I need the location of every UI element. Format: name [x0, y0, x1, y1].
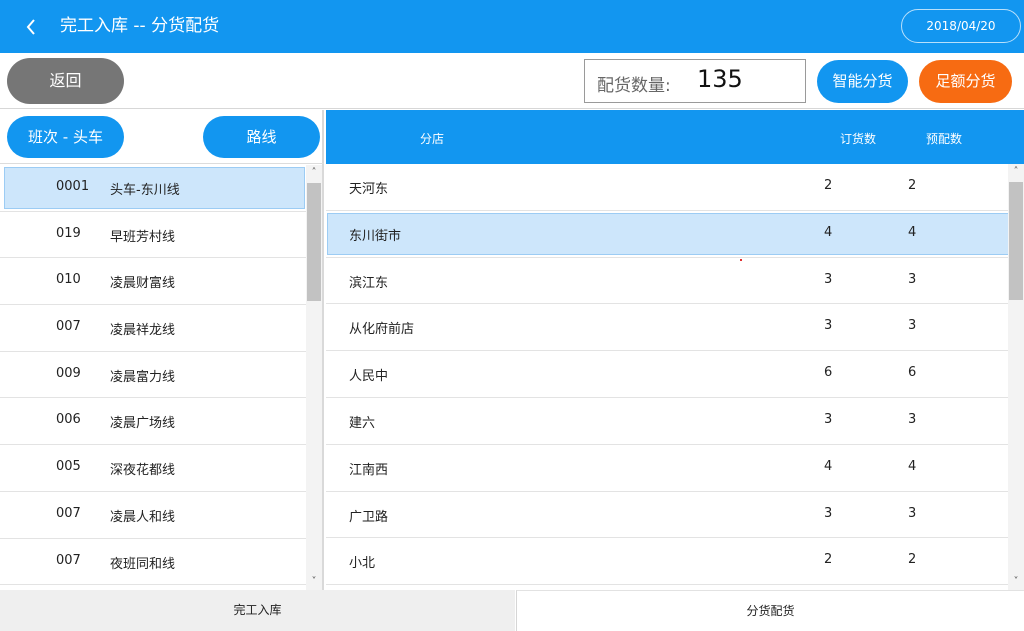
order-qty: 4	[824, 458, 833, 474]
title-bar: 完工入库 -- 分货配货 2018/04/20	[0, 0, 1024, 53]
return-button[interactable]: 返回	[7, 58, 124, 104]
route-row[interactable]: 007 凌晨人和线	[0, 492, 306, 539]
table-row[interactable]: 人民中 6 6	[326, 351, 1008, 398]
chevron-down-icon[interactable]: ˅	[306, 574, 322, 590]
chevron-up-icon[interactable]: ˄	[306, 165, 322, 181]
route-row[interactable]: 007 夜班同和线	[0, 539, 306, 586]
order-qty: 3	[824, 505, 833, 521]
table-row[interactable]: 广卫路 3 3	[326, 492, 1008, 539]
table-row[interactable]: 从化府前店 3 3	[326, 304, 1008, 352]
store-panel: 分店 订货数 预配数 天河东 2 2 东川街市 4 4 滨江东 3 3 从化府前…	[326, 110, 1024, 590]
order-qty: 2	[824, 552, 833, 568]
route-row[interactable]: 0001 头车-东川线	[0, 165, 306, 212]
store-table: 天河东 2 2 东川街市 4 4 滨江东 3 3 从化府前店 3 3 人民中 6…	[326, 164, 1008, 590]
route-list-scrollbar[interactable]: ˄ ˅	[306, 165, 322, 590]
page-title: 完工入库 -- 分货配货	[60, 16, 220, 36]
route-filter-button[interactable]: 路线	[203, 116, 320, 158]
route-name: 凌晨富力线	[110, 369, 176, 385]
route-name: 头车-东川线	[110, 183, 180, 198]
column-header-pre-allocated: 预配数	[926, 132, 963, 146]
toolbar: 返回 配货数量: 135 智能分货 足额分货	[0, 53, 1024, 109]
route-name: 凌晨广场线	[110, 416, 176, 432]
route-row[interactable]: 010 凌晨财富线	[0, 258, 306, 306]
route-row[interactable]: 019 早班芳村线	[0, 212, 306, 259]
store-table-scroll-thumb[interactable]	[1009, 182, 1023, 300]
back-chevron-icon[interactable]	[20, 14, 42, 40]
store-name: 广卫路	[349, 509, 389, 525]
route-name: 凌晨祥龙线	[110, 323, 176, 339]
pre-allocated-qty: 4	[908, 224, 917, 240]
route-name: 早班芳村线	[110, 229, 176, 245]
table-row[interactable]: 东川街市 4 4	[326, 211, 1008, 258]
bottom-tab-bar: 完工入库 分货配货	[0, 590, 1024, 631]
pre-allocated-qty: 6	[908, 365, 917, 381]
column-header-order-qty: 订货数	[840, 132, 877, 146]
store-name: 东川街市	[349, 228, 402, 244]
order-qty: 6	[824, 365, 833, 381]
pre-allocated-qty: 4	[908, 458, 917, 474]
route-code: 006	[56, 412, 81, 428]
tab-distribution[interactable]: 分货配货	[516, 590, 1024, 631]
route-name: 深夜花都线	[110, 463, 176, 479]
table-row[interactable]: 建六 3 3	[326, 398, 1008, 445]
chevron-down-icon[interactable]: ˅	[1008, 574, 1024, 590]
store-name: 滨江东	[349, 275, 389, 291]
table-row[interactable]: 天河东 2 2	[326, 164, 1008, 211]
marker-dot	[740, 259, 742, 261]
order-qty: 3	[824, 271, 833, 287]
table-row[interactable]: 江南西 4 4	[326, 445, 1008, 492]
store-name: 小北	[349, 556, 376, 572]
store-table-header: 分店 订货数 预配数	[326, 110, 1024, 164]
tab-finished-storage[interactable]: 完工入库	[0, 590, 515, 631]
route-code: 007	[56, 505, 81, 521]
pre-allocated-qty: 3	[908, 271, 917, 287]
date-display[interactable]: 2018/04/20	[901, 9, 1021, 43]
shift-filter-button[interactable]: 班次 - 头车	[7, 116, 124, 158]
chevron-up-icon[interactable]: ˄	[1008, 164, 1024, 180]
route-list-scroll-thumb[interactable]	[307, 183, 321, 301]
store-name: 江南西	[349, 462, 389, 478]
route-name: 凌晨财富线	[110, 276, 176, 292]
route-row[interactable]: 007 凌晨祥龙线	[0, 305, 306, 352]
pre-allocated-qty: 3	[908, 411, 917, 427]
store-name: 从化府前店	[349, 322, 415, 338]
route-code: 009	[56, 365, 81, 381]
route-row[interactable]: 006 凌晨广场线	[0, 398, 306, 446]
route-row[interactable]: 005 深夜花都线	[0, 445, 306, 492]
route-code: 0001	[56, 179, 90, 194]
route-code: 007	[56, 319, 81, 335]
distribution-quantity-box: 配货数量: 135	[584, 59, 806, 103]
pre-allocated-qty: 2	[908, 178, 917, 193]
order-qty: 2	[824, 178, 833, 193]
distribution-quantity-label: 配货数量:	[597, 76, 671, 96]
route-code: 010	[56, 272, 81, 288]
store-table-scrollbar[interactable]: ˄ ˅	[1008, 164, 1024, 590]
store-name: 建六	[349, 415, 376, 431]
route-name: 夜班同和线	[110, 556, 176, 572]
pre-allocated-qty: 3	[908, 318, 917, 334]
order-qty: 3	[824, 318, 833, 334]
column-header-store: 分店	[420, 132, 445, 146]
route-panel: 班次 - 头车 路线 0001 头车-东川线 019 早班芳村线 010 凌晨财…	[0, 110, 324, 590]
order-qty: 3	[824, 411, 833, 427]
table-row[interactable]: 小北 2 2	[326, 538, 1008, 586]
route-code: 007	[56, 552, 81, 568]
route-row[interactable]: 009 凌晨富力线	[0, 352, 306, 399]
pre-allocated-qty: 3	[908, 505, 917, 521]
full-distribute-button[interactable]: 足额分货	[919, 60, 1012, 103]
route-code: 019	[56, 225, 81, 241]
route-list: 0001 头车-东川线 019 早班芳村线 010 凌晨财富线 007 凌晨祥龙…	[0, 165, 306, 590]
route-code: 005	[56, 459, 81, 475]
order-qty: 4	[824, 224, 833, 240]
table-row[interactable]: 滨江东 3 3	[326, 258, 1008, 305]
distribution-quantity-value: 135	[697, 65, 743, 93]
pre-allocated-qty: 2	[908, 552, 917, 568]
route-name: 凌晨人和线	[110, 509, 176, 525]
smart-distribute-button[interactable]: 智能分货	[817, 60, 908, 103]
route-panel-header: 班次 - 头车 路线	[0, 110, 324, 164]
store-name: 人民中	[349, 369, 389, 385]
store-name: 天河东	[349, 182, 389, 197]
